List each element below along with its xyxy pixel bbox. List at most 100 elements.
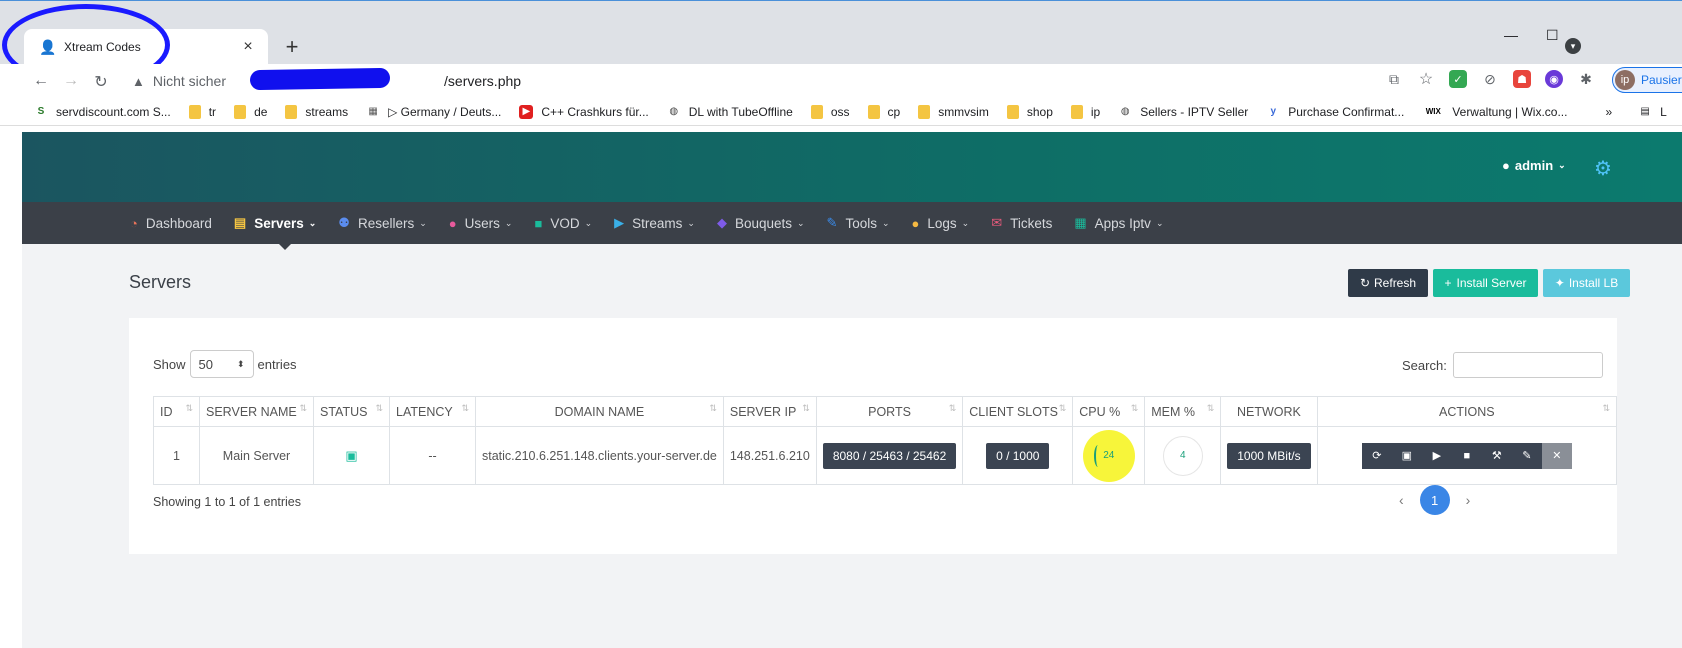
hammer-icon[interactable]: ⚒ (1482, 443, 1512, 469)
bookmark-item[interactable]: ◍ Sellers - IPTV Seller (1118, 105, 1248, 119)
refresh-button[interactable]: ↻ Refresh (1348, 269, 1428, 297)
menu-tools[interactable]: ✎ Tools ⌄ (827, 215, 890, 231)
install-server-button[interactable]: + Install Server (1433, 269, 1538, 297)
star-icon[interactable]: ☆ (1417, 70, 1435, 88)
translate-icon[interactable]: ⧉ (1385, 70, 1403, 88)
cell-status: ▣ (313, 426, 390, 485)
extension-red-icon[interactable]: ☗ (1513, 70, 1531, 88)
bookmark-folder[interactable]: oss (810, 104, 850, 119)
bookmark-folder[interactable]: ip (1070, 104, 1100, 119)
chevron-down-icon: ⌄ (687, 217, 695, 228)
col-status[interactable]: STATUS ⇅ (313, 396, 390, 427)
youtube-icon: ▶ (519, 104, 534, 119)
bookmark-item[interactable]: y Purchase Confirmat... (1266, 105, 1404, 119)
menu-streams[interactable]: ▶ Streams ⌄ (614, 215, 695, 231)
redaction-scribble (249, 67, 391, 91)
active-menu-caret (277, 242, 293, 250)
col-client-slots[interactable]: CLIENT SLOTS ⇅ (962, 396, 1074, 427)
col-actions[interactable]: ACTIONS ⇅ (1316, 396, 1618, 427)
menu-resellers[interactable]: ⚉ Resellers ⌄ (338, 215, 426, 231)
reload-icon[interactable]: ↻ (92, 72, 110, 92)
forward-icon[interactable]: → (62, 72, 80, 90)
tab-search-icon[interactable]: ▾ (1565, 38, 1581, 54)
cell-id: 1 (153, 426, 200, 485)
bookmark-folder[interactable]: cp (867, 104, 900, 119)
sd-icon: S (37, 106, 45, 117)
col-cpu[interactable]: CPU % ⇅ (1072, 396, 1146, 427)
edit-icon[interactable]: ✎ (1512, 443, 1542, 469)
entries-select[interactable]: 50 ⬍ (189, 350, 254, 378)
menu-servers[interactable]: ▤ Servers ⌄ (234, 215, 316, 231)
more-bookmarks-button[interactable]: » (1605, 105, 1612, 119)
admin-menu[interactable]: ● admin ⌄ (1502, 158, 1566, 173)
bookmark-folder[interactable]: de (234, 104, 267, 119)
plus-icon: + (1444, 276, 1452, 290)
security-label: Nicht sicher (152, 73, 227, 89)
menu-dashboard[interactable]: ◔ Dashboard (130, 216, 212, 231)
bookmark-folder[interactable]: shop (1006, 104, 1053, 119)
back-icon[interactable]: ← (32, 72, 50, 90)
client-slots-badge: 0 / 1000 (986, 442, 1050, 469)
page-1-button[interactable]: 1 (1419, 485, 1450, 515)
col-server-name[interactable]: SERVER NAME ⇅ (199, 396, 314, 427)
bookmark-item[interactable]: ▦ ▷ Germany / Deuts... (366, 105, 501, 119)
sparkle-plus-icon: ✦ (1554, 276, 1565, 290)
bookmark-item[interactable]: ◍ DL with TubeOffline (667, 105, 792, 119)
bookmark-item[interactable]: ▶ C++ Crashkurs für... (519, 104, 649, 119)
menu-logs[interactable]: ● Logs ⌄ (912, 216, 970, 231)
reading-list-button[interactable]: ▤ L (1638, 105, 1666, 119)
cell-ports: 8080 / 25463 / 25462 (815, 426, 964, 485)
bookmark-folder[interactable]: tr (188, 104, 216, 119)
bookmark-folder[interactable]: streams (285, 104, 348, 119)
grid-icon: ▦ (368, 106, 378, 117)
folder-icon (867, 104, 880, 119)
browser-tab[interactable]: 👤 Xtream Codes × (24, 29, 268, 65)
wix-icon: WIX (1425, 107, 1441, 116)
maximize-icon[interactable]: ☐ (1546, 27, 1559, 44)
col-ports[interactable]: PORTS ⇅ (815, 396, 964, 427)
servers-table: ID ⇅ SERVER NAME ⇅ STATUS ⇅ LATENCY ⇅ DOMAIN… (153, 396, 1618, 485)
new-tab-button[interactable]: + (280, 34, 304, 59)
col-latency[interactable]: LATENCY ⇅ (389, 396, 476, 427)
shield-icon[interactable]: ✓ (1449, 70, 1467, 88)
stop-icon[interactable]: ■ (1452, 443, 1482, 469)
chevron-down-icon: ⌄ (796, 217, 805, 228)
col-id[interactable]: ID ⇅ (153, 396, 200, 427)
delete-icon[interactable]: ✕ (1541, 442, 1572, 469)
menu-vod[interactable]: ■ VOD ⌄ (534, 216, 592, 231)
bookmark-item[interactable]: Sservdiscount.com S... (34, 105, 171, 119)
menu-apps-iptv[interactable]: ▦ Apps Iptv ⌄ (1074, 215, 1163, 231)
col-domain-name[interactable]: DOMAIN NAME ⇅ (475, 396, 724, 427)
next-page-button[interactable]: › (1466, 492, 1471, 508)
manage-icon[interactable]: ▣ (1392, 443, 1422, 469)
cell-server-ip: 148.251.6.210 (722, 426, 817, 485)
install-lb-button[interactable]: ✦ Install LB (1543, 269, 1630, 297)
gear-icon[interactable]: ⚙ (1594, 156, 1612, 181)
prev-page-button[interactable]: ‹ (1399, 492, 1404, 508)
bookmark-item[interactable]: WIX Verwaltung | Wix.co... (1422, 105, 1568, 119)
search-input[interactable] (1452, 352, 1603, 378)
ports-badge: 8080 / 25463 / 25462 (822, 442, 957, 469)
browser-tabstrip: 👤 Xtream Codes × + ▾ — ☐ (0, 0, 1682, 65)
col-server-ip[interactable]: SERVER IP ⇅ (722, 396, 817, 427)
col-mem[interactable]: MEM % ⇅ (1144, 396, 1222, 427)
minimize-icon[interactable]: — (1504, 27, 1518, 43)
restart-icon[interactable]: ⟳ (1362, 443, 1392, 469)
bookmark-folder[interactable]: smmvsim (918, 104, 989, 119)
menu-tickets[interactable]: ✉ Tickets (991, 215, 1052, 231)
sort-icon: ⇅ (1602, 403, 1610, 413)
globe-icon: ◍ (669, 106, 679, 117)
extension-purple-icon[interactable]: ◉ (1545, 70, 1563, 88)
puzzle-icon[interactable]: ✱ (1577, 70, 1595, 88)
play-icon[interactable]: ▶ (1422, 443, 1452, 469)
sort-icon: ⇅ (299, 403, 307, 413)
block-icon[interactable]: ⊘ (1481, 70, 1499, 88)
top-header: ● admin ⌄ ⚙ (22, 132, 1682, 202)
profile-button[interactable]: ip Pausiert (1612, 67, 1682, 93)
menu-bouquets[interactable]: ◆ Bouquets ⌄ (717, 215, 805, 231)
chevron-down-icon: ⌄ (1558, 160, 1566, 170)
reading-list-icon: ▤ (1640, 106, 1650, 117)
menu-users[interactable]: ● Users ⌄ (449, 216, 513, 231)
page-title: Servers (129, 272, 192, 292)
close-tab-icon[interactable]: × (238, 37, 258, 57)
